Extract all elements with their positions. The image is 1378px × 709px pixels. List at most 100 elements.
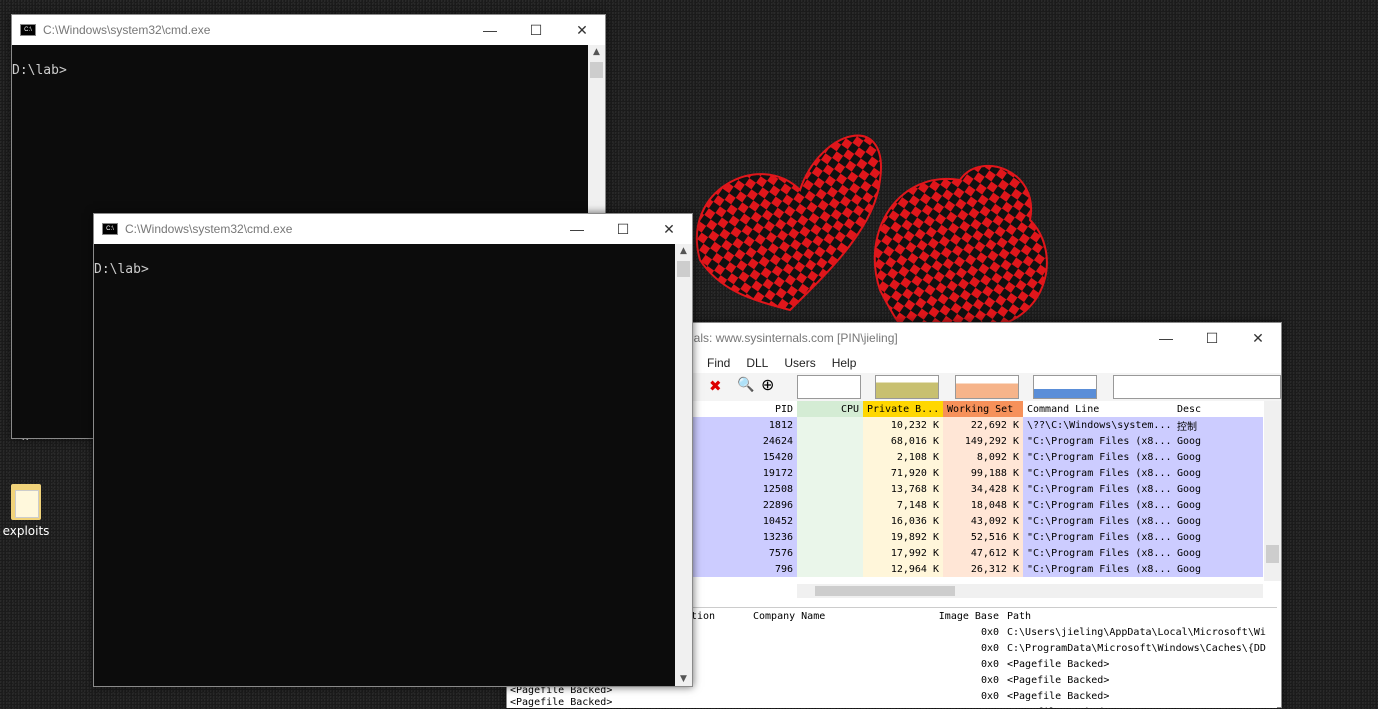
maximize-button[interactable]: ☐ bbox=[600, 214, 646, 244]
working-set-cell: 8,092 K bbox=[943, 449, 1023, 465]
private-bytes-cell: 10,232 K bbox=[863, 417, 943, 433]
kill-process-icon[interactable]: ✖ bbox=[709, 377, 722, 395]
cpu-cell bbox=[797, 465, 863, 481]
list-item[interactable]: 0x0<Pagefile Backed> bbox=[507, 688, 1267, 704]
table-header: PID CPU Private B... Working Set Command… bbox=[693, 401, 1263, 417]
table-row[interactable]: 13236 19,892 K 52,516 K "C:\Program Files (… bbox=[693, 529, 1263, 545]
command-line-cell: "C:\Program Files (x8... bbox=[1023, 449, 1173, 465]
pid-cell: 24624 bbox=[693, 433, 797, 449]
working-set-cell: 26,312 K bbox=[943, 561, 1023, 577]
pid-cell: 10452 bbox=[693, 513, 797, 529]
table-row[interactable]: 796 12,964 K 26,312 K "C:\Program Files (x8… bbox=[693, 561, 1263, 577]
pid-cell: 1812 bbox=[693, 417, 797, 433]
table-row[interactable]: 24624 68,016 K 149,292 K "C:\Program Files … bbox=[693, 433, 1263, 449]
working-set-cell: 22,692 K bbox=[943, 417, 1023, 433]
description-cell: Goog bbox=[1173, 497, 1263, 513]
command-line-cell: "C:\Program Files (x8... bbox=[1023, 529, 1173, 545]
column-command-line[interactable]: Command Line bbox=[1023, 401, 1173, 417]
cpu-cell bbox=[797, 513, 863, 529]
description-cell: Goog bbox=[1173, 529, 1263, 545]
command-line-cell: "C:\Program Files (x8... bbox=[1023, 545, 1173, 561]
column-path[interactable]: Path bbox=[1003, 608, 1267, 624]
cpu-cell bbox=[797, 449, 863, 465]
command-line-cell: "C:\Program Files (x8... bbox=[1023, 561, 1173, 577]
cmd-window-2-titlebar[interactable]: C:\ C:\Windows\system32\cmd.exe — ☐ ✕ bbox=[94, 214, 692, 244]
commit-graph[interactable] bbox=[875, 375, 939, 399]
column-private-bytes[interactable]: Private B... bbox=[863, 401, 943, 417]
cmd-window-2[interactable]: C:\ C:\Windows\system32\cmd.exe — ☐ ✕ D:… bbox=[93, 213, 693, 687]
io-graph[interactable] bbox=[1033, 375, 1097, 399]
console-prompt: D:\lab> bbox=[12, 63, 67, 78]
column-company-name[interactable]: Company Name bbox=[749, 608, 889, 624]
cpu-cell bbox=[797, 481, 863, 497]
menu-users[interactable]: Users bbox=[776, 353, 823, 373]
table-row[interactable]: 12508 13,768 K 34,428 K "C:\Program Files (… bbox=[693, 481, 1263, 497]
private-bytes-cell: 7,148 K bbox=[863, 497, 943, 513]
image-base-cell: 0x0 bbox=[980, 658, 999, 670]
close-button[interactable]: ✕ bbox=[559, 15, 605, 45]
menu-dll[interactable]: DLL bbox=[738, 353, 776, 373]
maximize-button[interactable]: ☐ bbox=[513, 15, 559, 45]
process-table: PID CPU Private B... Working Set Command… bbox=[693, 401, 1263, 577]
find-icon[interactable]: 🔍 bbox=[737, 377, 754, 393]
target-icon[interactable]: ⊕ bbox=[761, 375, 774, 394]
column-working-set[interactable]: Working Set bbox=[943, 401, 1023, 417]
working-set-cell: 43,092 K bbox=[943, 513, 1023, 529]
pid-cell: 13236 bbox=[693, 529, 797, 545]
cpu-cell bbox=[797, 529, 863, 545]
table-row[interactable]: 19172 71,920 K 99,188 K "C:\Program Files (… bbox=[693, 465, 1263, 481]
private-bytes-cell: 17,992 K bbox=[863, 545, 943, 561]
menu-help[interactable]: Help bbox=[824, 353, 865, 373]
working-set-cell: 99,188 K bbox=[943, 465, 1023, 481]
column-description-lower[interactable]: tion bbox=[687, 608, 749, 624]
pid-cell: 796 bbox=[693, 561, 797, 577]
image-base-cell: 0x0 bbox=[980, 674, 999, 686]
path-cell: C:\Users\jieling\AppData\Local\Microsoft… bbox=[1007, 626, 1266, 638]
close-button[interactable]: ✕ bbox=[646, 214, 692, 244]
cpu-graph[interactable] bbox=[797, 375, 861, 399]
command-line-cell: "C:\Program Files (x8... bbox=[1023, 433, 1173, 449]
table-row[interactable]: 15420 2,108 K 8,092 K "C:\Program Files (x8… bbox=[693, 449, 1263, 465]
process-list[interactable]: PID CPU Private B... Working Set Command… bbox=[693, 401, 1281, 581]
column-cpu[interactable]: CPU bbox=[797, 401, 863, 417]
menu-find[interactable]: Find bbox=[699, 353, 738, 373]
table-row[interactable]: 22896 7,148 K 18,048 K "C:\Program Files (x… bbox=[693, 497, 1263, 513]
description-cell: Goog bbox=[1173, 513, 1263, 529]
desktop-icon-exploits[interactable]: exploits bbox=[0, 484, 52, 538]
cmd-icon: C:\ bbox=[20, 24, 36, 36]
window-title: C:\Windows\system32\cmd.exe bbox=[125, 222, 293, 236]
command-line-cell: "C:\Program Files (x8... bbox=[1023, 465, 1173, 481]
image-base-cell: 0x0 bbox=[980, 690, 999, 702]
console-output[interactable]: D:\lab> bbox=[94, 244, 675, 686]
close-button[interactable]: ✕ bbox=[1235, 323, 1281, 353]
column-image-base[interactable]: Image Base bbox=[889, 608, 1003, 624]
private-bytes-cell: 19,892 K bbox=[863, 529, 943, 545]
minimize-button[interactable]: — bbox=[1143, 323, 1189, 353]
private-bytes-cell: 71,920 K bbox=[863, 465, 943, 481]
cpu-cell bbox=[797, 545, 863, 561]
private-bytes-cell: 68,016 K bbox=[863, 433, 943, 449]
cmd-window-1-titlebar[interactable]: C:\ C:\Windows\system32\cmd.exe — ☐ ✕ bbox=[12, 15, 605, 45]
description-cell: Goog bbox=[1173, 481, 1263, 497]
process-list-hscrollbar[interactable] bbox=[797, 584, 1263, 598]
gpu-graph[interactable] bbox=[1113, 375, 1281, 399]
command-line-cell: "C:\Program Files (x8... bbox=[1023, 513, 1173, 529]
physical-memory-graph[interactable] bbox=[955, 375, 1019, 399]
minimize-button[interactable]: — bbox=[554, 214, 600, 244]
maximize-button[interactable]: ☐ bbox=[1189, 323, 1235, 353]
process-list-scrollbar[interactable] bbox=[1264, 401, 1281, 581]
description-cell: Goog bbox=[1173, 449, 1263, 465]
column-pid[interactable]: PID bbox=[693, 401, 797, 417]
private-bytes-cell: 16,036 K bbox=[863, 513, 943, 529]
list-item[interactable]: 0x0<Pagefile Backed> bbox=[507, 704, 1267, 709]
console-scrollbar[interactable]: ▲ ▼ bbox=[675, 244, 692, 686]
table-row[interactable]: 1812 10,232 K 22,692 K \??\C:\Windows\syste… bbox=[693, 417, 1263, 433]
description-cell: Goog bbox=[1173, 465, 1263, 481]
minimize-button[interactable]: — bbox=[467, 15, 513, 45]
pid-cell: 12508 bbox=[693, 481, 797, 497]
command-line-cell: \??\C:\Windows\system... bbox=[1023, 417, 1173, 433]
table-row[interactable]: 10452 16,036 K 43,092 K "C:\Program Files (… bbox=[693, 513, 1263, 529]
pid-cell: 7576 bbox=[693, 545, 797, 561]
table-row[interactable]: 7576 17,992 K 47,612 K "C:\Program Files (x… bbox=[693, 545, 1263, 561]
column-description[interactable]: Desc bbox=[1173, 401, 1263, 417]
